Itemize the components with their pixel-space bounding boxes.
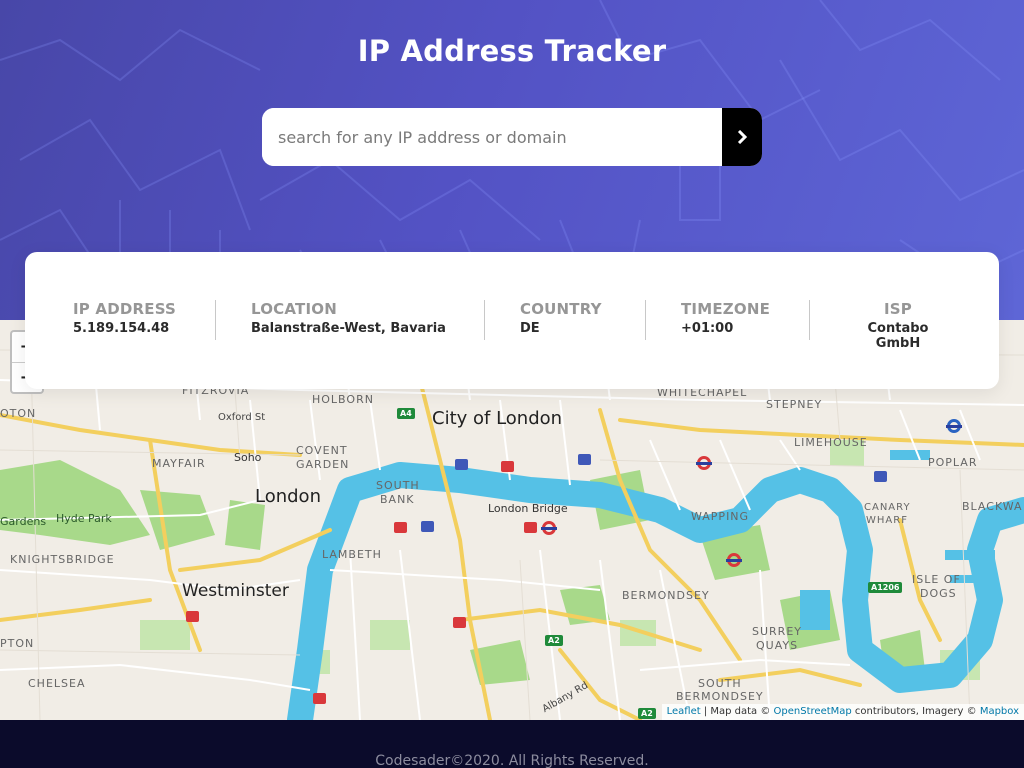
map-label-blackwall: BLACKWA bbox=[962, 500, 1023, 513]
info-ip-address: IP ADDRESS 5.189.154.48 bbox=[73, 300, 176, 336]
map-label-wapping: WAPPING bbox=[691, 510, 750, 523]
road-badge-a4: A4 bbox=[397, 408, 415, 419]
search-input[interactable] bbox=[262, 108, 722, 166]
map-label-wharf: WHARF bbox=[866, 515, 908, 526]
info-label: TIMEZONE bbox=[681, 300, 771, 318]
map-label-hyde-park: Hyde Park bbox=[56, 512, 112, 525]
map-label-covent: COVENT bbox=[296, 444, 348, 457]
openstreetmap-link[interactable]: OpenStreetMap bbox=[774, 706, 852, 717]
map-label-bermondsey-2: BERMONDSEY bbox=[676, 690, 764, 703]
map-label-oton: OTON bbox=[0, 407, 37, 420]
rail-station-icon[interactable] bbox=[186, 611, 199, 622]
rail-station-icon[interactable] bbox=[524, 522, 537, 533]
map-label-dogs: DOGS bbox=[920, 587, 957, 600]
attribution-text: contributors, Imagery © bbox=[851, 706, 980, 717]
rail-station-icon[interactable] bbox=[313, 693, 326, 704]
footer: Codesader©2020. All Rights Reserved. bbox=[0, 720, 1024, 768]
info-value: Contabo GmbH bbox=[867, 321, 929, 351]
road-badge-a2: A2 bbox=[638, 708, 656, 719]
info-isp: ISP Contabo GmbH bbox=[845, 300, 951, 351]
map-label-bermondsey: BERMONDSEY bbox=[622, 589, 710, 602]
info-label: ISP bbox=[884, 300, 912, 318]
underground-station-icon[interactable] bbox=[696, 456, 712, 470]
map-label-london: London bbox=[255, 486, 321, 507]
info-divider bbox=[484, 300, 485, 340]
map-label-knightsbridge: KNIGHTSBRIDGE bbox=[10, 553, 115, 566]
info-value: +01:00 bbox=[681, 321, 734, 336]
rail-station-icon[interactable] bbox=[501, 461, 514, 472]
leaflet-link[interactable]: Leaflet bbox=[667, 706, 701, 717]
info-label: COUNTRY bbox=[520, 300, 602, 318]
map-label-pton: PTON bbox=[0, 637, 35, 650]
map-label-isle-of: ISLE OF bbox=[912, 573, 961, 586]
mapbox-link[interactable]: Mapbox bbox=[980, 706, 1019, 717]
map-label-south: SOUTH bbox=[376, 479, 420, 492]
underground-station-icon[interactable] bbox=[726, 553, 742, 567]
map-label-bank: BANK bbox=[380, 493, 415, 506]
info-label: IP ADDRESS bbox=[73, 300, 177, 318]
map-label-oxford-st: Oxford St bbox=[218, 412, 266, 423]
map-label-city-of-london: City of London bbox=[432, 408, 563, 429]
page-title: IP Address Tracker bbox=[357, 34, 667, 68]
map-label-gardens: Gardens bbox=[0, 515, 47, 528]
info-divider bbox=[809, 300, 810, 340]
info-divider bbox=[645, 300, 646, 340]
underground-station-icon[interactable] bbox=[946, 419, 962, 433]
road-badge-a1206: A1206 bbox=[868, 582, 903, 593]
map-label-lambeth: LAMBETH bbox=[322, 548, 382, 561]
attribution-text: | Map data © bbox=[700, 706, 774, 717]
map-attribution: Leaflet | Map data © OpenStreetMap contr… bbox=[661, 704, 1024, 720]
map-label-quays: QUAYS bbox=[756, 639, 799, 652]
bus-station-icon[interactable] bbox=[578, 454, 591, 465]
info-value: DE bbox=[520, 321, 540, 336]
bus-station-icon[interactable] bbox=[874, 471, 887, 482]
search-button[interactable] bbox=[722, 108, 762, 166]
map-label-soho: Soho bbox=[234, 451, 262, 464]
underground-station-icon[interactable] bbox=[541, 521, 557, 535]
info-divider bbox=[215, 300, 216, 340]
info-timezone: TIMEZONE +01:00 bbox=[681, 300, 770, 336]
chevron-right-icon bbox=[737, 130, 747, 144]
map-label-garden: GARDEN bbox=[296, 458, 350, 471]
info-label: LOCATION bbox=[251, 300, 337, 318]
road-badge-a2: A2 bbox=[545, 635, 563, 646]
map-label-westminster: Westminster bbox=[182, 581, 289, 601]
rail-station-icon[interactable] bbox=[394, 522, 407, 533]
footer-copyright: Codesader©2020. All Rights Reserved. bbox=[375, 753, 649, 768]
info-location: LOCATION Balanstraße-West, Bavaria bbox=[251, 300, 446, 336]
map-label-poplar: POPLAR bbox=[928, 456, 978, 469]
info-value: Balanstraße-West, Bavaria bbox=[251, 321, 446, 336]
map-label-limehouse: LIMEHOUSE bbox=[794, 436, 868, 449]
map-label-surrey: SURREY bbox=[752, 625, 802, 638]
info-value: 5.189.154.48 bbox=[73, 321, 170, 336]
map-label-south-2: SOUTH bbox=[698, 677, 742, 690]
map-label-london-bridge: London Bridge bbox=[488, 502, 568, 515]
map-label-chelsea: CHELSEA bbox=[28, 677, 86, 690]
bus-station-icon[interactable] bbox=[421, 521, 434, 532]
ip-info-card: IP ADDRESS 5.189.154.48 LOCATION Balanst… bbox=[25, 252, 999, 389]
map-label-stepney: STEPNEY bbox=[766, 398, 823, 411]
map-label-canary: CANARY bbox=[864, 502, 911, 513]
bus-station-icon[interactable] bbox=[455, 459, 468, 470]
info-country: COUNTRY DE bbox=[520, 300, 602, 336]
rail-station-icon[interactable] bbox=[453, 617, 466, 628]
map-label-mayfair: MAYFAIR bbox=[152, 457, 206, 470]
search-form bbox=[262, 108, 762, 166]
map-label-holborn: HOLBORN bbox=[312, 393, 374, 406]
